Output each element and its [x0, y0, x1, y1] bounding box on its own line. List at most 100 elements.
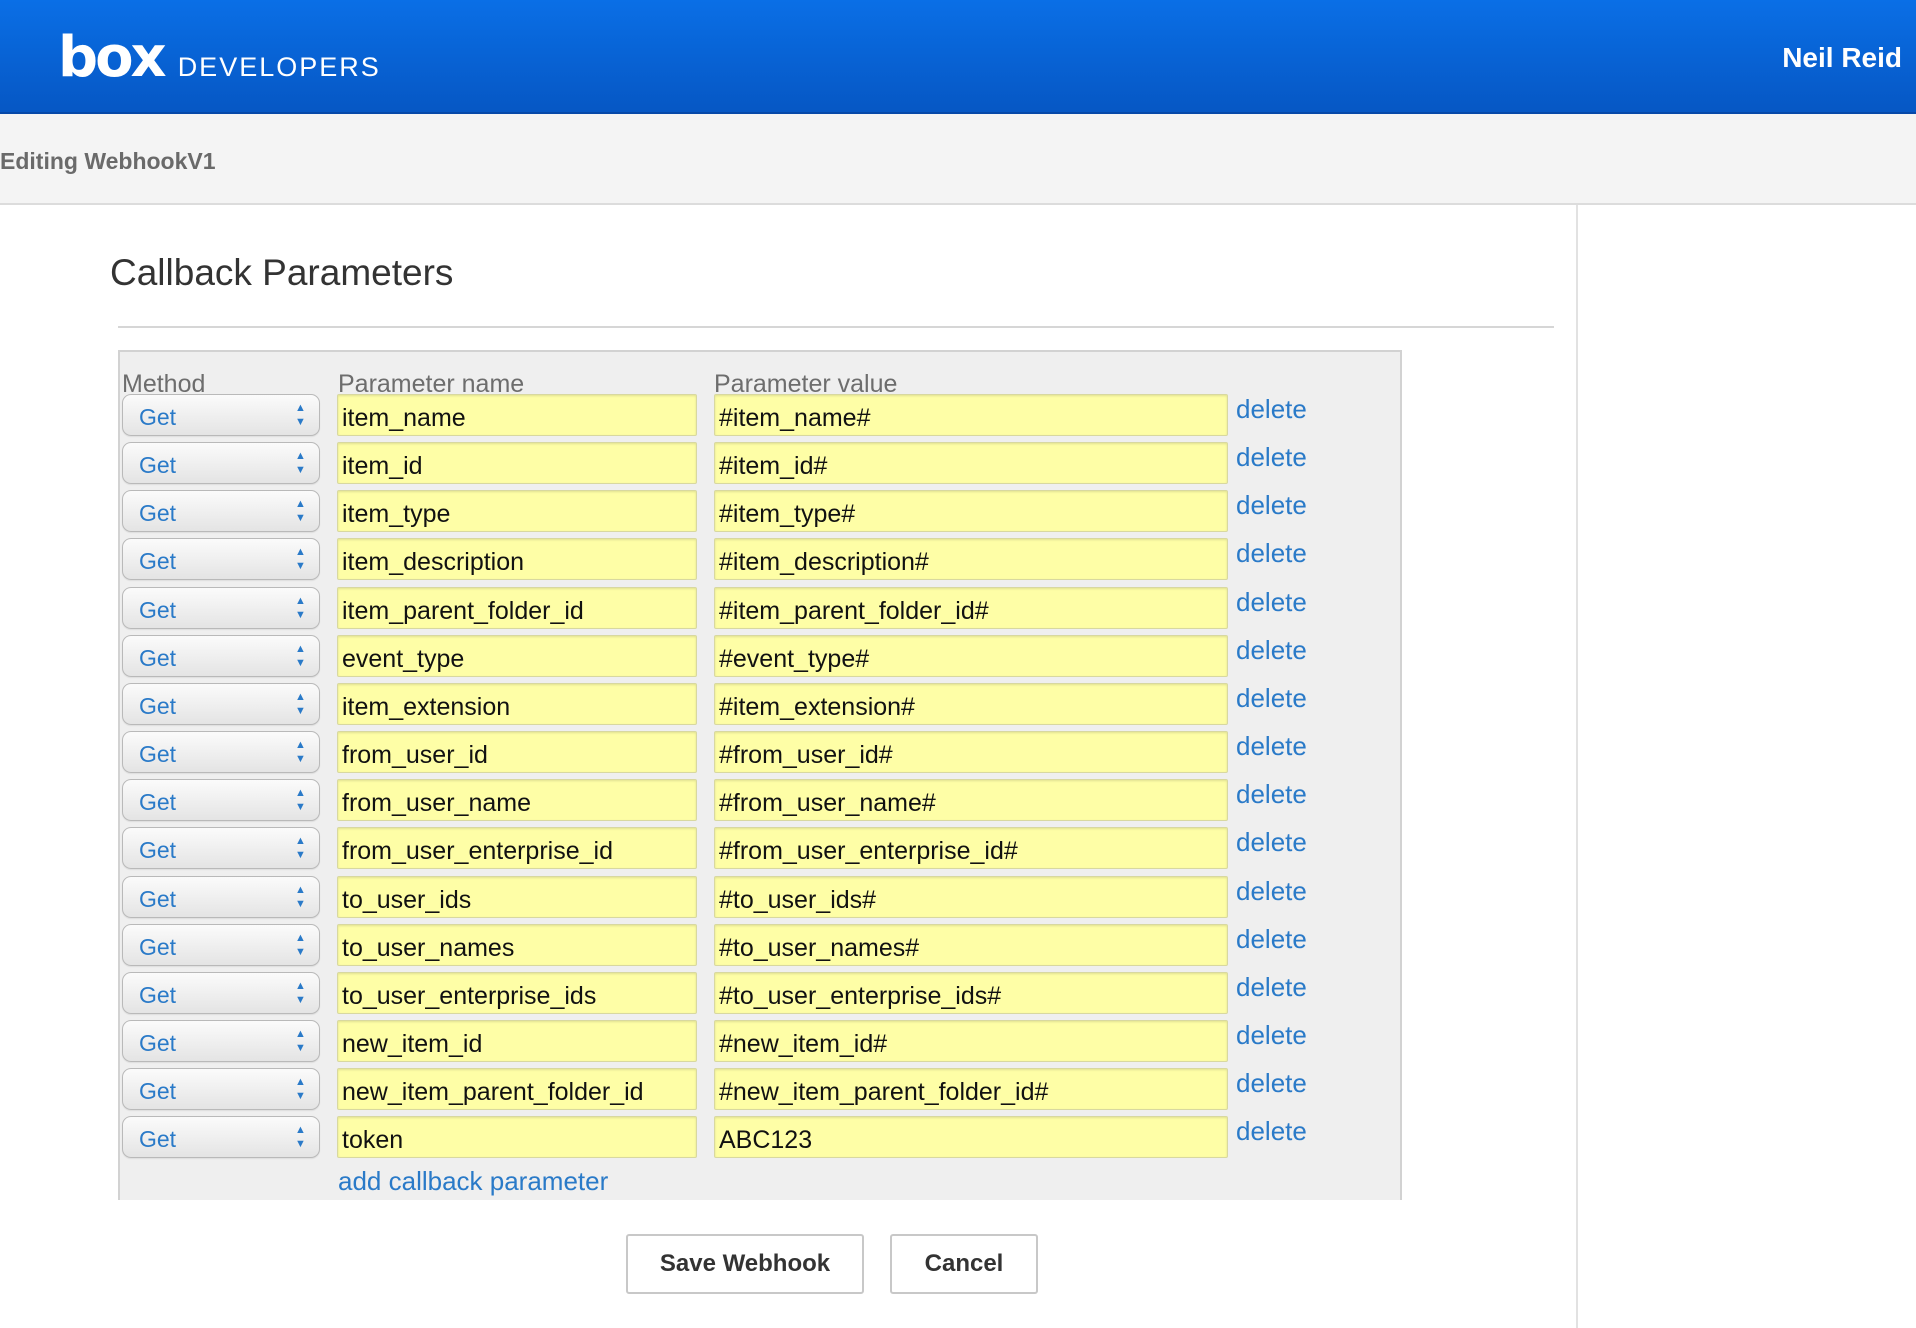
- delete-parameter-link[interactable]: delete: [1236, 972, 1307, 1003]
- method-select[interactable]: Get ▲ ▼: [122, 442, 320, 485]
- parameter-row: Get ▲ ▼ to_user_names #to_user_names# delete: [120, 923, 1400, 968]
- method-select-value: Get: [139, 452, 177, 479]
- method-select[interactable]: Get ▲ ▼: [122, 1116, 320, 1159]
- delete-parameter-link[interactable]: delete: [1236, 635, 1307, 666]
- parameter-value-input[interactable]: #from_user_name#: [714, 779, 1228, 822]
- method-select[interactable]: Get ▲ ▼: [122, 779, 320, 822]
- parameter-name-input[interactable]: item_description: [337, 538, 697, 581]
- parameter-value-value: #from_user_id#: [719, 741, 893, 770]
- method-select[interactable]: Get ▲ ▼: [122, 394, 320, 436]
- parameter-name-value: from_user_enterprise_id: [342, 837, 613, 866]
- delete-parameter-link[interactable]: delete: [1236, 924, 1307, 955]
- method-select[interactable]: Get ▲ ▼: [122, 538, 320, 581]
- select-arrows-icon: ▲ ▼: [295, 642, 306, 669]
- parameter-value-input[interactable]: #item_id#: [714, 442, 1228, 485]
- delete-parameter-link[interactable]: delete: [1236, 683, 1307, 714]
- method-select[interactable]: Get ▲ ▼: [122, 923, 320, 966]
- parameter-name-input[interactable]: item_parent_folder_id: [337, 586, 697, 629]
- delete-parameter-link[interactable]: delete: [1236, 779, 1307, 810]
- method-select-value: Get: [139, 1029, 177, 1056]
- method-select[interactable]: Get ▲ ▼: [122, 1068, 320, 1111]
- parameter-name-input[interactable]: from_user_id: [337, 731, 697, 774]
- method-select[interactable]: Get ▲ ▼: [122, 682, 320, 725]
- parameter-name-input[interactable]: to_user_enterprise_ids: [337, 971, 697, 1014]
- parameter-name-input[interactable]: event_type: [337, 634, 697, 677]
- method-select[interactable]: Get ▲ ▼: [122, 490, 320, 533]
- select-arrows-icon: ▲ ▼: [295, 498, 306, 525]
- method-select[interactable]: Get ▲ ▼: [122, 827, 320, 870]
- parameter-value-value: ABC123: [719, 1126, 813, 1155]
- parameter-row: Get ▲ ▼ from_user_name #from_user_name# delet…: [120, 779, 1400, 823]
- parameter-value-input[interactable]: #to_user_enterprise_ids#: [714, 971, 1228, 1014]
- method-select[interactable]: Get ▲ ▼: [122, 731, 320, 774]
- parameter-row: Get ▲ ▼ from_user_enterprise_id #from_user_e…: [120, 827, 1400, 871]
- select-arrows-icon: ▲ ▼: [295, 739, 306, 766]
- method-select[interactable]: Get ▲ ▼: [122, 1019, 320, 1062]
- delete-parameter-link[interactable]: delete: [1236, 1020, 1307, 1051]
- parameter-value-input[interactable]: #item_parent_folder_id#: [714, 586, 1228, 629]
- method-select-value: Get: [139, 596, 177, 623]
- select-arrows-icon: ▲ ▼: [295, 979, 306, 1006]
- method-select[interactable]: Get ▲ ▼: [122, 971, 320, 1014]
- add-callback-parameter-link[interactable]: add callback parameter: [338, 1166, 608, 1197]
- parameter-name-value: from_user_name: [342, 789, 531, 818]
- delete-parameter-link[interactable]: delete: [1236, 442, 1307, 473]
- parameter-value-input[interactable]: #from_user_enterprise_id#: [714, 827, 1228, 870]
- page-title: Editing WebhookV1: [0, 148, 216, 174]
- cancel-button[interactable]: Cancel: [890, 1234, 1038, 1294]
- delete-parameter-link[interactable]: delete: [1236, 731, 1307, 762]
- method-select[interactable]: Get ▲ ▼: [122, 634, 320, 677]
- parameter-name-input[interactable]: from_user_name: [337, 779, 697, 822]
- parameter-value-input[interactable]: #new_item_parent_folder_id#: [714, 1068, 1228, 1111]
- parameter-value-input[interactable]: #event_type#: [714, 634, 1228, 677]
- parameter-value-input[interactable]: #item_name#: [714, 394, 1228, 436]
- parameter-name-input[interactable]: item_name: [337, 394, 697, 436]
- method-select[interactable]: Get ▲ ▼: [122, 586, 320, 629]
- parameter-name-input[interactable]: token: [337, 1116, 697, 1159]
- method-select-value: Get: [139, 1126, 177, 1153]
- delete-parameter-link[interactable]: delete: [1236, 490, 1307, 521]
- delete-parameter-link[interactable]: delete: [1236, 1068, 1307, 1099]
- parameter-value-input[interactable]: ABC123: [714, 1116, 1228, 1159]
- parameter-row: Get ▲ ▼ item_parent_folder_id #item_parent_f…: [120, 586, 1400, 631]
- delete-parameter-link[interactable]: delete: [1236, 394, 1307, 425]
- delete-parameter-link[interactable]: delete: [1236, 1116, 1307, 1147]
- parameter-name-value: item_name: [342, 404, 466, 432]
- delete-parameter-link[interactable]: delete: [1236, 587, 1307, 618]
- parameter-value-input[interactable]: #item_extension#: [714, 682, 1228, 725]
- parameter-name-input[interactable]: new_item_id: [337, 1019, 697, 1062]
- parameter-value-input[interactable]: #new_item_id#: [714, 1019, 1228, 1062]
- box-developers-logo[interactable]: box DEVELOPERS: [58, 30, 381, 86]
- parameter-name-input[interactable]: from_user_enterprise_id: [337, 827, 697, 870]
- parameter-name-input[interactable]: to_user_ids: [337, 875, 697, 918]
- parameter-value-value: #to_user_names#: [719, 933, 920, 962]
- select-arrows-icon: ▲ ▼: [295, 594, 306, 621]
- parameter-row: Get ▲ ▼ item_name #item_name# delete: [120, 394, 1400, 438]
- parameter-row: Get ▲ ▼ new_item_id #new_item_id# delete: [120, 1019, 1400, 1064]
- method-select-value: Get: [139, 692, 177, 719]
- delete-parameter-link[interactable]: delete: [1236, 876, 1307, 907]
- method-select-value: Get: [139, 981, 177, 1008]
- parameter-name-input[interactable]: new_item_parent_folder_id: [337, 1068, 697, 1111]
- method-select[interactable]: Get ▲ ▼: [122, 875, 320, 918]
- parameter-name-input[interactable]: item_id: [337, 442, 697, 485]
- parameter-value-input[interactable]: #item_description#: [714, 538, 1228, 581]
- parameter-name-input[interactable]: item_type: [337, 490, 697, 533]
- parameter-name-value: to_user_names: [342, 933, 515, 962]
- save-webhook-button[interactable]: Save Webhook: [626, 1234, 864, 1294]
- parameter-value-input[interactable]: #to_user_names#: [714, 923, 1228, 966]
- parameter-row: Get ▲ ▼ item_extension #item_extension# delet…: [120, 682, 1400, 727]
- parameter-value-value: #item_id#: [719, 452, 828, 481]
- parameter-name-input[interactable]: to_user_names: [337, 923, 697, 966]
- parameter-name-input[interactable]: item_extension: [337, 682, 697, 725]
- delete-parameter-link[interactable]: delete: [1236, 538, 1307, 569]
- user-menu[interactable]: Neil Reid: [1782, 42, 1902, 74]
- select-arrows-icon: ▲ ▼: [295, 931, 306, 958]
- select-arrows-icon: ▲ ▼: [295, 546, 306, 573]
- parameter-value-input[interactable]: #to_user_ids#: [714, 875, 1228, 918]
- delete-parameter-link[interactable]: delete: [1236, 827, 1307, 858]
- parameter-value-input[interactable]: #from_user_id#: [714, 731, 1228, 774]
- method-select-value: Get: [139, 404, 177, 430]
- parameter-value-input[interactable]: #item_type#: [714, 490, 1228, 533]
- method-select-value: Get: [139, 837, 177, 864]
